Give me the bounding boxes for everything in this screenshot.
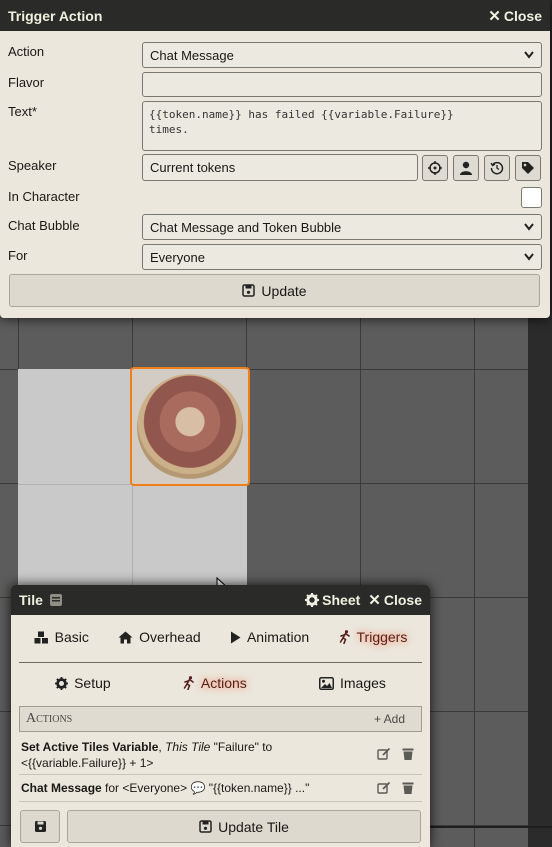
action-label: Action: [8, 44, 45, 59]
tab-animation[interactable]: Animation: [224, 627, 315, 647]
for-label: For: [8, 248, 28, 263]
tile-config-window: Tile Sheet ✕ Close Basic Overhead Animat…: [11, 585, 430, 847]
close-icon: ✕: [488, 7, 501, 25]
action-item[interactable]: Chat Message for <Everyone> 💬 "{{token.n…: [21, 780, 420, 796]
edit-icon[interactable]: [377, 781, 391, 795]
history-icon: [490, 161, 504, 175]
in-character-label: In Character: [8, 189, 80, 204]
plus-icon: +: [373, 712, 381, 726]
chat-bubble-select[interactable]: Chat Message and Token Bubble: [142, 214, 542, 240]
in-character-checkbox[interactable]: [521, 187, 542, 208]
chat-bubble-label: Chat Bubble: [8, 218, 80, 233]
save-icon: [34, 821, 46, 832]
close-button[interactable]: ✕ Close: [368, 591, 422, 609]
chevron-down-icon: [524, 223, 534, 231]
window-header[interactable]: Trigger Action ✕ Close: [0, 0, 550, 31]
actions-header-title: Actions: [26, 711, 73, 726]
tab-setup[interactable]: Setup: [49, 673, 117, 693]
tab-basic[interactable]: Basic: [28, 627, 95, 647]
crosshairs-icon: [428, 161, 442, 175]
tag-icon: [522, 162, 534, 174]
running-icon: [339, 630, 350, 644]
tab-triggers[interactable]: Triggers: [333, 627, 414, 647]
flavor-label: Flavor: [8, 75, 45, 90]
crosshairs-button[interactable]: [422, 155, 448, 181]
trash-icon[interactable]: [401, 747, 415, 761]
trigger-subtabs: Setup Actions Images: [19, 669, 422, 697]
main-tabs: Basic Overhead Animation Triggers: [19, 623, 422, 651]
actions-list-header: Actions + Add: [19, 706, 422, 732]
save-icon: [242, 284, 256, 297]
speaker-label: Speaker: [8, 158, 57, 173]
close-icon: ✕: [368, 592, 381, 609]
document-id-icon[interactable]: [49, 593, 63, 607]
cubes-icon: [34, 631, 48, 643]
window-title: Trigger Action: [8, 7, 103, 24]
update-tile-button[interactable]: Update Tile: [67, 810, 421, 843]
add-action-button[interactable]: + Add: [374, 712, 405, 726]
token-portrait: [137, 374, 243, 480]
update-button[interactable]: Update: [9, 274, 540, 307]
action-select[interactable]: Chat Message: [142, 42, 542, 68]
user-button[interactable]: [453, 155, 479, 181]
trash-icon[interactable]: [401, 781, 415, 795]
save-icon: [199, 820, 212, 833]
user-icon: [460, 161, 472, 175]
close-button[interactable]: ✕ Close: [488, 7, 542, 25]
home-icon: [118, 631, 133, 643]
speaker-input[interactable]: Current tokens: [142, 154, 418, 181]
tab-actions[interactable]: Actions: [177, 673, 253, 693]
edit-icon[interactable]: [377, 747, 391, 761]
tab-images[interactable]: Images: [313, 673, 392, 693]
text-textarea[interactable]: {{token.name}} has failed {{variable.Fai…: [142, 101, 542, 151]
running-icon: [183, 676, 194, 690]
text-label: Text*: [8, 104, 37, 119]
save-button[interactable]: [20, 810, 60, 843]
sheet-button[interactable]: Sheet: [305, 592, 360, 608]
history-button[interactable]: [484, 155, 510, 181]
image-icon: [318, 676, 334, 690]
trigger-action-window: Trigger Action ✕ Close Action Chat Messa…: [0, 0, 550, 318]
for-select[interactable]: Everyone: [142, 244, 542, 270]
window-header[interactable]: Tile Sheet ✕ Close: [11, 585, 430, 615]
cog-icon: [55, 676, 69, 690]
window-title: Tile: [19, 592, 43, 608]
cog-icon: [305, 593, 320, 607]
tag-button[interactable]: [515, 155, 541, 181]
action-item[interactable]: Set Active Tiles Variable, This Tile "Fa…: [21, 739, 420, 771]
token[interactable]: [130, 367, 250, 486]
play-icon: [230, 631, 241, 643]
chevron-down-icon: [524, 51, 534, 59]
comment-icon: 💬: [190, 781, 206, 795]
chevron-down-icon: [524, 253, 534, 261]
flavor-input[interactable]: [142, 72, 542, 97]
tab-overhead[interactable]: Overhead: [112, 627, 206, 647]
